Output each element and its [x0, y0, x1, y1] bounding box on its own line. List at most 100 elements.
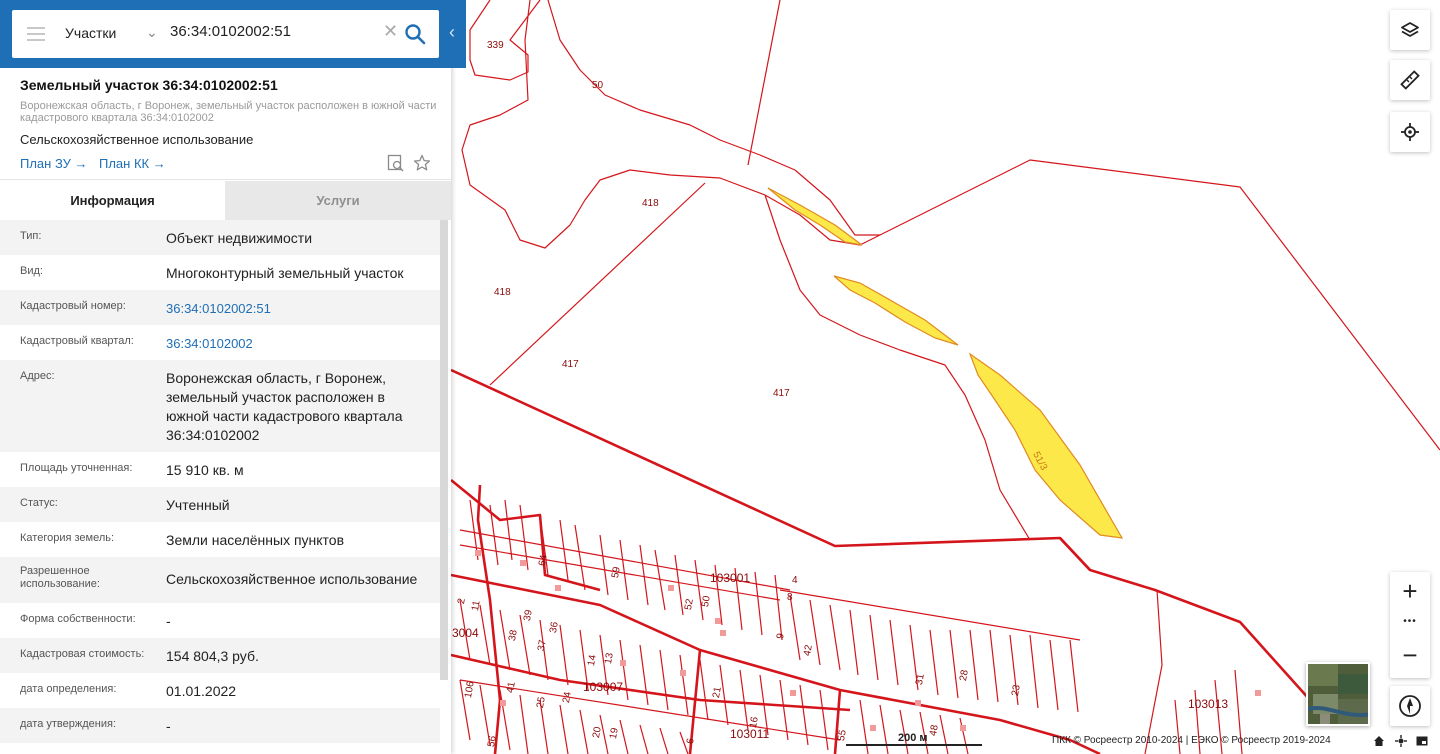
- info-row: Статус: Учтенный: [0, 487, 440, 522]
- home-icon[interactable]: [1373, 735, 1385, 747]
- info-value: Учтенный: [166, 497, 230, 513]
- search-icon[interactable]: [404, 23, 426, 45]
- house-number: 28: [958, 669, 971, 682]
- info-label: дата утверждения:: [20, 718, 117, 730]
- info-value: Земли населённых пунктов: [166, 532, 345, 548]
- info-label: Кадастровый квартал:: [20, 335, 134, 347]
- layers-button[interactable]: [1390, 10, 1430, 50]
- info-value: 15 910 кв. м: [166, 462, 244, 478]
- collapse-panel-button[interactable]: ‹: [440, 0, 466, 68]
- info-value: Воронежская область, г Воронеж, земельны…: [166, 370, 403, 443]
- house-number: 50: [700, 595, 713, 608]
- quarter-label: 103001: [710, 571, 751, 585]
- info-label: дата определения:: [20, 683, 117, 695]
- info-panel: Участки ⌄ ✕ Земельный участок 36:34:0102…: [0, 0, 451, 754]
- scale-label: 200 м: [898, 732, 928, 744]
- info-row: Кадастровый номер: 36:34:0102002:51: [0, 290, 440, 325]
- search-box: Участки ⌄ ✕: [12, 10, 439, 58]
- chevron-down-icon[interactable]: ⌄: [146, 24, 158, 41]
- zoom-controls: + ••• −: [1390, 572, 1430, 678]
- search-input[interactable]: [170, 23, 370, 40]
- info-label: Категория земель:: [20, 532, 115, 544]
- object-header: Земельный участок 36:34:0102002:51 Ворон…: [0, 68, 451, 180]
- object-title: Земельный участок 36:34:0102002:51: [20, 77, 278, 93]
- satellite-thumbnail: [1308, 664, 1368, 724]
- layers-icon: [1401, 22, 1419, 37]
- locate-button[interactable]: [1390, 112, 1430, 152]
- quarter-label: 103007: [583, 680, 624, 694]
- house-number: 23: [1010, 684, 1023, 697]
- tab-info[interactable]: Информация: [0, 181, 225, 220]
- info-label: Форма собственности:: [20, 613, 136, 625]
- location-icon[interactable]: [1395, 735, 1407, 747]
- scale-line: [846, 744, 982, 746]
- info-value: -: [166, 613, 171, 629]
- menu-icon[interactable]: [27, 27, 45, 41]
- info-table: Тип: Объект недвижимости Вид: Многоконту…: [0, 220, 440, 754]
- info-row: Кадастровый квартал: 36:34:0102002: [0, 325, 440, 360]
- house-number: 64: [537, 554, 550, 567]
- search-bar: Участки ⌄ ✕: [0, 0, 451, 68]
- panel-tabs: Информация Услуги: [0, 181, 451, 220]
- object-address: Воронежская область, г Воронеж, земельны…: [20, 100, 437, 124]
- zoom-to-object-icon[interactable]: [387, 154, 405, 172]
- house-number: 36: [548, 621, 561, 634]
- info-label: Кадастровый номер:: [20, 300, 126, 312]
- more-options-button[interactable]: •••: [1390, 616, 1430, 627]
- house-number: 41: [505, 681, 518, 694]
- info-row: Категория земель: Земли населённых пункт…: [0, 522, 440, 557]
- house-number: 20: [591, 726, 604, 739]
- chevron-left-icon: ‹: [449, 22, 455, 42]
- plan-kk-label: План КК: [99, 156, 150, 171]
- house-number: 16: [748, 716, 761, 729]
- house-number: 8: [787, 592, 793, 603]
- star-icon[interactable]: [413, 154, 431, 172]
- plan-zu-label: План ЗУ: [20, 156, 71, 171]
- parcel-label: 50: [592, 80, 604, 91]
- info-label: Разрешенное использование:: [20, 565, 100, 590]
- parcel-label: 339: [487, 40, 504, 51]
- tab-services[interactable]: Услуги: [225, 181, 451, 220]
- info-row: Тип: Объект недвижимости: [0, 220, 440, 255]
- arrow-right-icon: →: [74, 156, 88, 171]
- parcel-label: 418: [494, 287, 511, 298]
- plan-kk-link[interactable]: План КК →: [99, 156, 166, 171]
- house-number: 13: [603, 652, 616, 665]
- info-value: 01.01.2022: [166, 683, 237, 699]
- arrow-right-icon: →: [152, 156, 166, 171]
- info-label: Тип:: [20, 230, 42, 242]
- info-row: Разрешенное использование: Сельскохозяйс…: [0, 557, 440, 603]
- info-value: Многоконтурный земельный участок: [166, 265, 404, 281]
- attribution: ПКК © Росреестр 2010-2024 | ЕЭКО © Росре…: [1052, 735, 1331, 746]
- fullscreen-icon[interactable]: [1416, 735, 1428, 747]
- info-value: Сельскохозяйственное использование: [166, 571, 418, 587]
- parcel-label: 417: [562, 359, 579, 370]
- cadastral-quarter-link[interactable]: 36:34:0102002: [166, 334, 428, 353]
- info-row: Форма собственности: -: [0, 603, 440, 638]
- info-scrollbar[interactable]: [440, 220, 448, 680]
- north-button[interactable]: [1390, 686, 1430, 726]
- info-label: Вид:: [20, 265, 43, 277]
- house-number: 42: [802, 644, 815, 657]
- house-number: 21: [711, 686, 724, 699]
- house-number: 4: [792, 575, 798, 586]
- zoom-out-button[interactable]: −: [1390, 640, 1430, 671]
- info-label: Кадастровая стоимость:: [20, 648, 145, 660]
- house-number: 38: [507, 629, 520, 642]
- plan-zu-link[interactable]: План ЗУ →: [20, 156, 88, 171]
- clear-icon[interactable]: ✕: [383, 21, 398, 42]
- search-type-select[interactable]: Участки: [65, 25, 116, 41]
- quarter-label: 103011: [730, 727, 770, 741]
- info-value: 154 804,3 руб.: [166, 648, 259, 664]
- house-number: 39: [522, 609, 535, 622]
- zoom-in-button[interactable]: +: [1390, 576, 1430, 607]
- cadastral-number-link[interactable]: 36:34:0102002:51: [166, 299, 428, 318]
- info-label: Площадь уточненная:: [20, 462, 133, 474]
- info-label: Адрес:: [20, 370, 55, 382]
- info-value: -: [166, 718, 171, 734]
- house-number: 56: [486, 735, 499, 748]
- satellite-minimap[interactable]: [1306, 662, 1370, 726]
- measure-button[interactable]: [1390, 60, 1430, 100]
- house-number: 19: [608, 727, 621, 740]
- house-number: 11: [470, 599, 483, 612]
